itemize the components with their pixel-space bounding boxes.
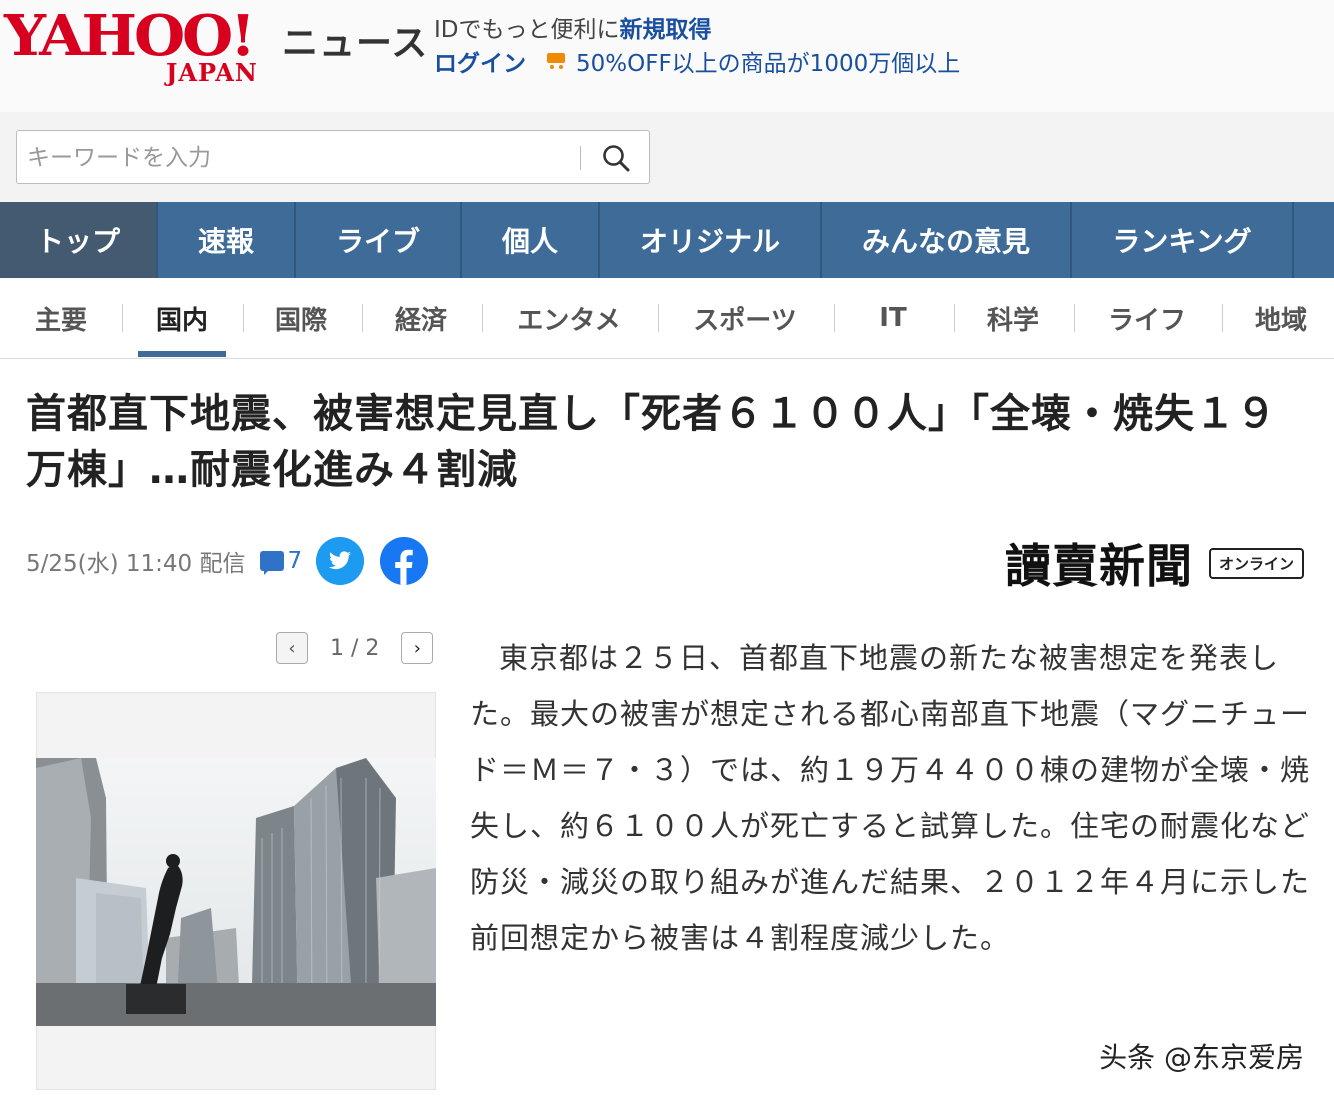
nav-ranking[interactable]: ランキング xyxy=(1072,202,1294,278)
category-entertainment[interactable]: エンタメ xyxy=(500,278,638,358)
promo-line: IDでもっと便利に新規取得 xyxy=(434,10,712,44)
publisher[interactable]: 讀賣新聞 オンライン xyxy=(1005,530,1304,596)
category-main[interactable]: 主要 xyxy=(20,278,102,358)
page: YAHOO! JAPAN ニュース IDでもっと便利に新規取得 ログイン 50%… xyxy=(0,0,1334,1106)
category-divider xyxy=(1074,304,1075,332)
category-divider xyxy=(834,304,835,332)
publish-date: 5/25(水) 11:40 配信 xyxy=(26,551,246,577)
category-sports[interactable]: スポーツ xyxy=(676,278,814,358)
search-area xyxy=(0,112,1334,202)
nav-live[interactable]: ライブ xyxy=(296,202,462,278)
twitter-share-icon[interactable] xyxy=(316,537,365,585)
nav-opinion[interactable]: みんなの意見 xyxy=(822,202,1072,278)
publisher-logo: 讀賣新聞 xyxy=(1004,539,1193,593)
category-divider xyxy=(243,304,244,332)
category-divider xyxy=(362,304,363,332)
image-pager: ‹ 1 / 2 › xyxy=(276,632,434,664)
service-name[interactable]: ニュース xyxy=(282,14,428,66)
nav-individual[interactable]: 個人 xyxy=(462,202,600,278)
main-nav: トップ 速報 ライブ 個人 オリジナル みんなの意見 ランキング xyxy=(0,202,1334,278)
nav-breaking[interactable]: 速報 xyxy=(158,202,296,278)
search-input[interactable] xyxy=(25,137,569,179)
watermark: 头条 @东京爱房 xyxy=(1099,1041,1304,1074)
search-box xyxy=(16,130,650,184)
category-divider xyxy=(1222,304,1223,332)
active-category-indicator xyxy=(138,351,226,357)
yahoo-japan-logo[interactable]: YAHOO! JAPAN xyxy=(4,8,274,88)
login-link[interactable]: ログイン xyxy=(434,44,526,78)
sale-link[interactable]: 50%OFF以上の商品が1000万個以上 xyxy=(576,44,960,78)
category-divider xyxy=(482,304,483,332)
tokyo-government-building-image xyxy=(36,758,436,1026)
article-headline: 首都直下地震、被害想定見直し「死者６１００人」「全壊・焼失１９万棟」…耐震化進み… xyxy=(26,391,1277,493)
category-life[interactable]: ライフ xyxy=(1092,278,1202,358)
search-divider xyxy=(580,146,581,170)
facebook-share-icon[interactable] xyxy=(380,537,429,585)
register-link[interactable]: 新規取得 xyxy=(620,17,712,43)
article-body: 東京都は２５日、首都直下地震の新たな被害想定を発表した。最大の被害が想定される都… xyxy=(470,641,1311,955)
promo-prefix: IDでもっと便利に xyxy=(434,17,620,43)
category-nav: 主要 国内 国際 経済 エンタメ スポーツ IT 科学 ライフ 地域 xyxy=(0,278,1334,359)
logo-sub: JAPAN xyxy=(166,58,258,87)
pager-count: 1 / 2 xyxy=(330,635,380,661)
category-it[interactable]: IT xyxy=(852,278,934,358)
category-science[interactable]: 科学 xyxy=(972,278,1054,358)
category-region[interactable]: 地域 xyxy=(1240,278,1322,358)
nav-top[interactable]: トップ xyxy=(0,202,158,278)
category-divider xyxy=(122,304,123,332)
account-line: ログイン 50%OFF以上の商品が1000万個以上 xyxy=(434,44,960,78)
nav-original[interactable]: オリジナル xyxy=(600,202,822,278)
search-icon[interactable] xyxy=(601,143,631,173)
pager-next-button[interactable]: › xyxy=(401,632,434,664)
category-divider xyxy=(954,304,955,332)
site-header: YAHOO! JAPAN ニュース IDでもっと便利に新規取得 ログイン 50%… xyxy=(0,0,1334,113)
comment-count[interactable]: 7 xyxy=(288,548,303,574)
pager-prev-button[interactable]: ‹ xyxy=(276,632,308,664)
category-domestic[interactable]: 国内 xyxy=(138,278,226,358)
cart-icon xyxy=(544,50,570,72)
nav-overflow[interactable] xyxy=(1294,202,1334,278)
article-photo[interactable] xyxy=(36,758,436,1026)
publisher-badge: オンライン xyxy=(1208,547,1304,579)
category-divider xyxy=(658,304,659,332)
logo-text: YAHOO! xyxy=(4,3,256,69)
comment-icon[interactable] xyxy=(259,551,284,575)
category-world[interactable]: 国際 xyxy=(260,278,342,358)
article-meta: 5/25(水) 11:40 配信 7 xyxy=(26,536,429,586)
category-economy[interactable]: 経済 xyxy=(380,278,462,358)
